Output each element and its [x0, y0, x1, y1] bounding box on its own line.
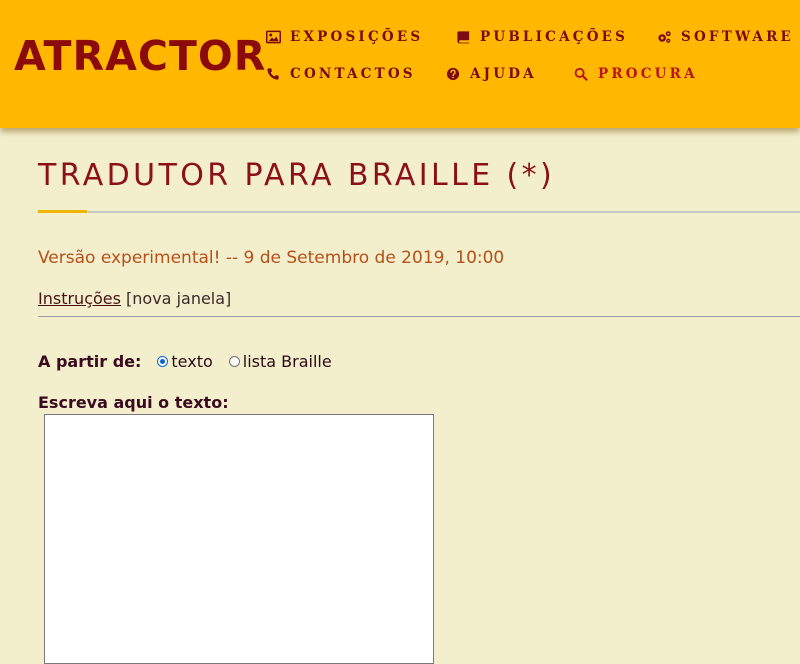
- radio-lista-braille-label[interactable]: lista Braille: [243, 352, 332, 371]
- title-divider-accent: [38, 210, 87, 213]
- version-notice: Versão experimental! -- 9 de Setembro de…: [38, 248, 505, 268]
- text-input-label: Escreva aqui o texto:: [38, 393, 229, 412]
- source-format-label: A partir de:: [38, 352, 142, 371]
- text-input-area[interactable]: [44, 414, 434, 664]
- book-icon: [456, 30, 471, 44]
- title-divider: [38, 211, 800, 213]
- nav-software-label: SOFTWARE: [681, 29, 795, 45]
- image-icon: [266, 30, 281, 44]
- site-header: ATRACTOR EXPOSIÇÕES PUBLICAÇÕES SOFTWARE…: [0, 0, 800, 128]
- radio-texto[interactable]: [157, 356, 169, 367]
- nav-exposicoes-label: EXPOSIÇÕES: [290, 29, 424, 45]
- nav-contactos-label: CONTACTOS: [290, 66, 416, 82]
- section-divider: [38, 316, 800, 317]
- radio-texto-label[interactable]: texto: [171, 352, 212, 371]
- nav-ajuda-label: AJUDA: [470, 66, 537, 82]
- search-icon: [574, 67, 589, 81]
- source-format-row: A partir de: texto lista Braille: [38, 352, 348, 371]
- question-circle-icon: [446, 67, 461, 81]
- phone-icon: [266, 67, 281, 81]
- instructions-row: Instruções [nova janela]: [38, 289, 231, 308]
- nav-procura[interactable]: PROCURA: [574, 66, 698, 82]
- nav-exposicoes[interactable]: EXPOSIÇÕES: [266, 29, 423, 45]
- nav-publicacoes[interactable]: PUBLICAÇÕES: [456, 29, 628, 45]
- cogs-icon: [657, 30, 672, 44]
- nav-procura-label: PROCURA: [598, 66, 698, 82]
- nav-software[interactable]: SOFTWARE: [657, 29, 794, 45]
- new-window-note: [nova janela]: [120, 289, 232, 308]
- page-title: TRADUTOR PARA BRAILLE (*): [38, 158, 556, 193]
- instructions-link[interactable]: Instruções: [38, 289, 121, 308]
- radio-lista-braille[interactable]: [228, 356, 240, 367]
- nav-contactos[interactable]: CONTACTOS: [266, 66, 416, 82]
- nav-ajuda[interactable]: AJUDA: [446, 66, 537, 82]
- nav-publicacoes-label: PUBLICAÇÕES: [480, 29, 629, 45]
- site-logo[interactable]: ATRACTOR: [14, 32, 266, 80]
